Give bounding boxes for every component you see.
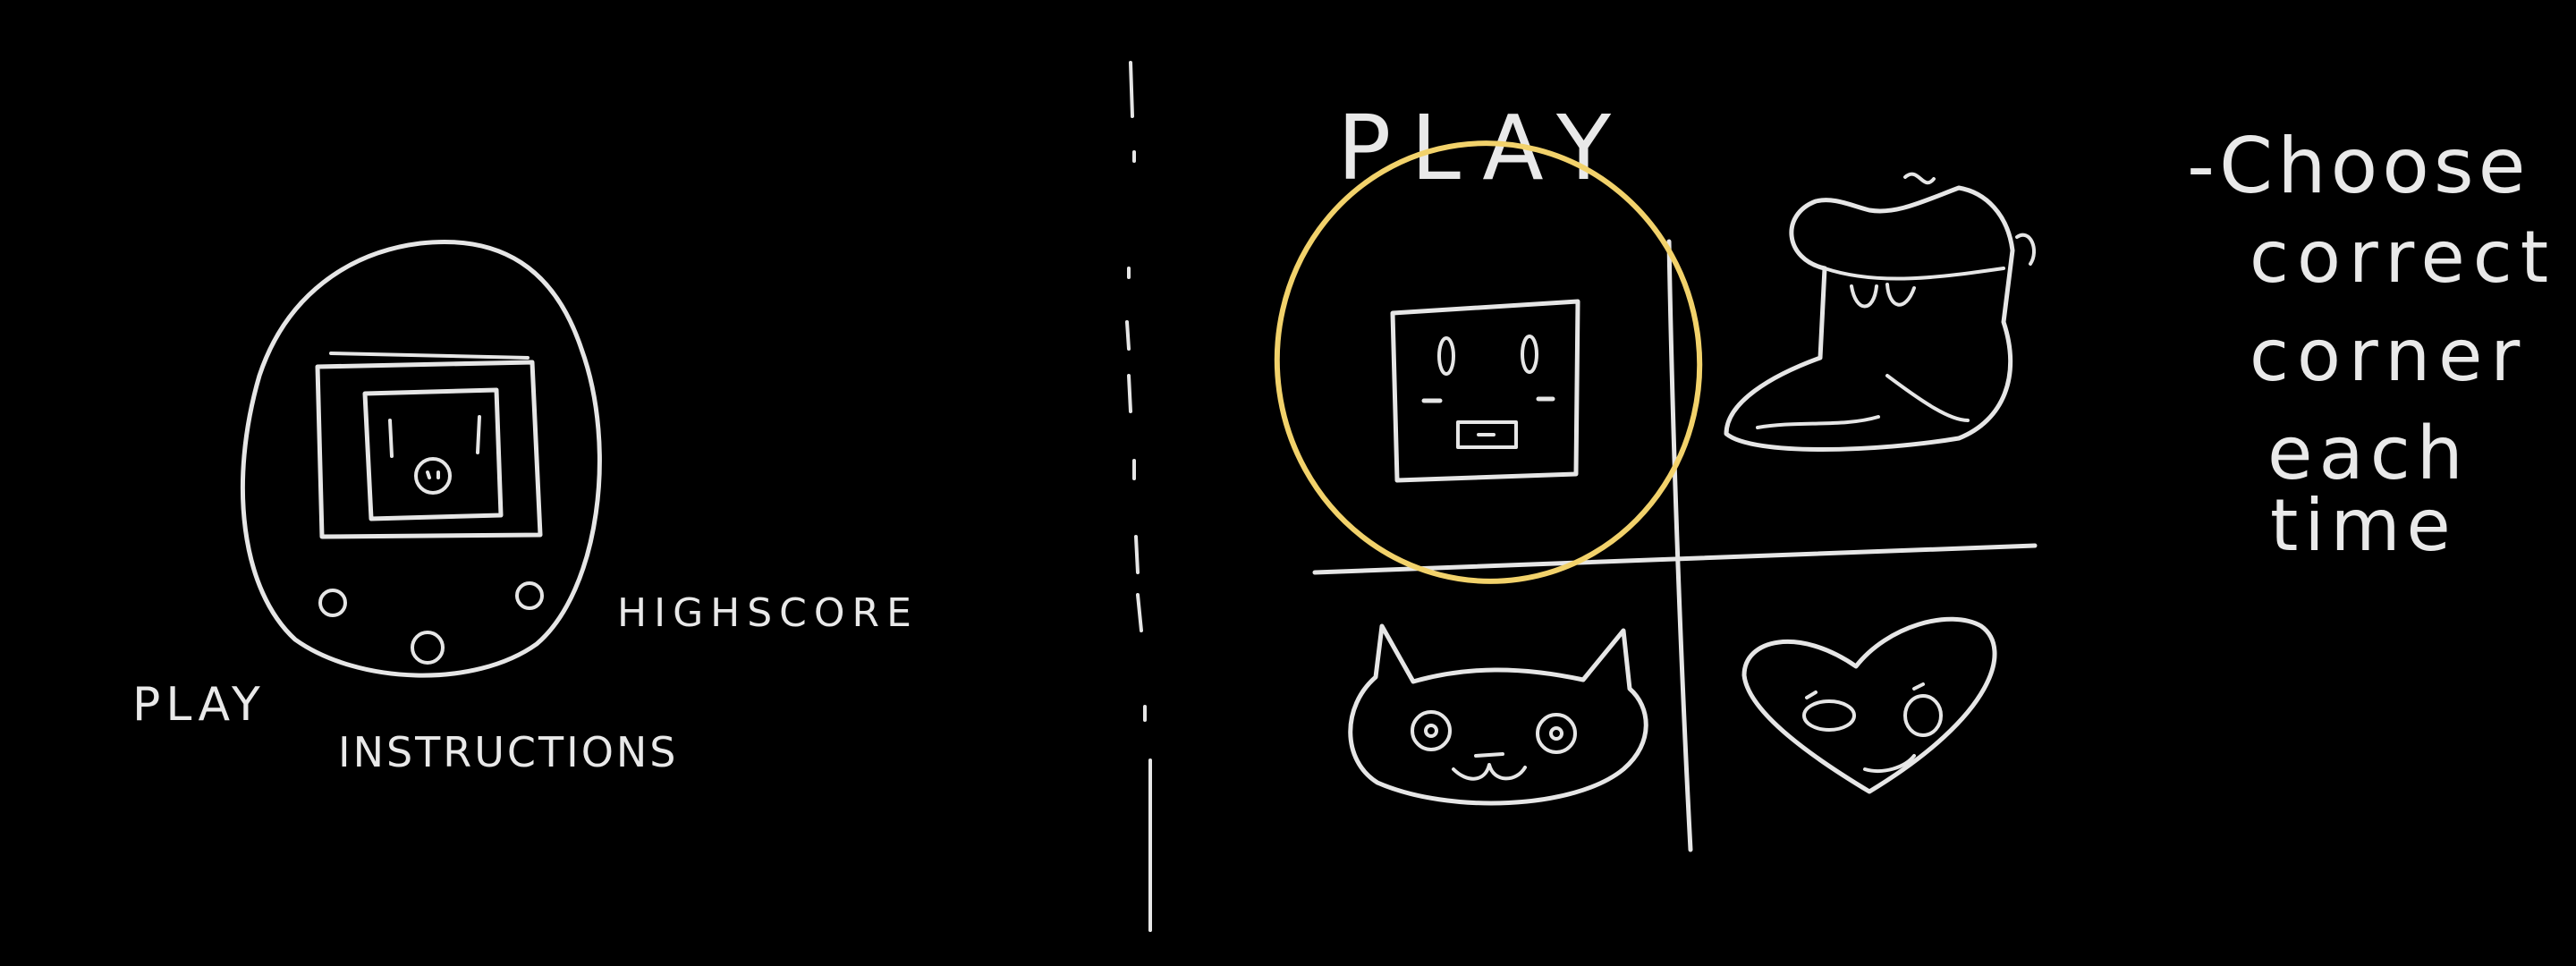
- label-highscore: HIGHSCORE: [617, 590, 919, 636]
- pet-icon: [388, 415, 481, 495]
- device-screen-inner: [362, 387, 504, 521]
- quadrant-square-face[interactable]: [1390, 299, 1580, 483]
- instruction-note: -Choose correct corner each time: [2187, 122, 2556, 567]
- label-play: PLAY: [132, 678, 266, 732]
- quadrant-heart[interactable]: [1741, 616, 1997, 794]
- quadrant-boot[interactable]: [1724, 172, 2036, 452]
- cat-eye-left: [1411, 710, 1452, 751]
- divider-line: [1125, 61, 1152, 932]
- square-face-eye-right: [1521, 335, 1538, 374]
- device-button-middle: [411, 631, 445, 665]
- device-sketch: [240, 239, 602, 678]
- device-buttons: [318, 581, 544, 665]
- note-line-5: time: [2270, 484, 2457, 567]
- square-face-eye-left: [1437, 336, 1455, 376]
- grid-vertical-line: [1666, 239, 1693, 852]
- cat-eye-right: [1536, 713, 1577, 754]
- boot-outline: [1724, 185, 2015, 452]
- heart-eye-right: [1903, 694, 1943, 737]
- square-face-outline: [1390, 299, 1580, 483]
- note-line-2: correct: [2250, 216, 2556, 299]
- device-screen-frame: [329, 352, 530, 360]
- label-instructions: INSTRUCTIONS: [338, 728, 679, 776]
- device-button-left: [318, 589, 347, 617]
- heart-outline: [1741, 616, 1997, 794]
- heart-eye-left: [1802, 699, 1856, 732]
- note-line-1: -Choose: [2187, 122, 2530, 211]
- quadrant-cat[interactable]: [1348, 623, 1648, 806]
- device-button-right: [515, 581, 544, 610]
- note-line-3: corner: [2250, 314, 2528, 397]
- play-screen-title: PLAY: [1337, 96, 1631, 200]
- sketch-canvas: PLAY INSTRUCTIONS HIGHSCORE PLAY -Choose…: [132, 61, 2556, 932]
- device-screen-outer: [315, 360, 543, 539]
- device-body: [240, 239, 602, 678]
- quadrant-grid: [1312, 239, 2038, 852]
